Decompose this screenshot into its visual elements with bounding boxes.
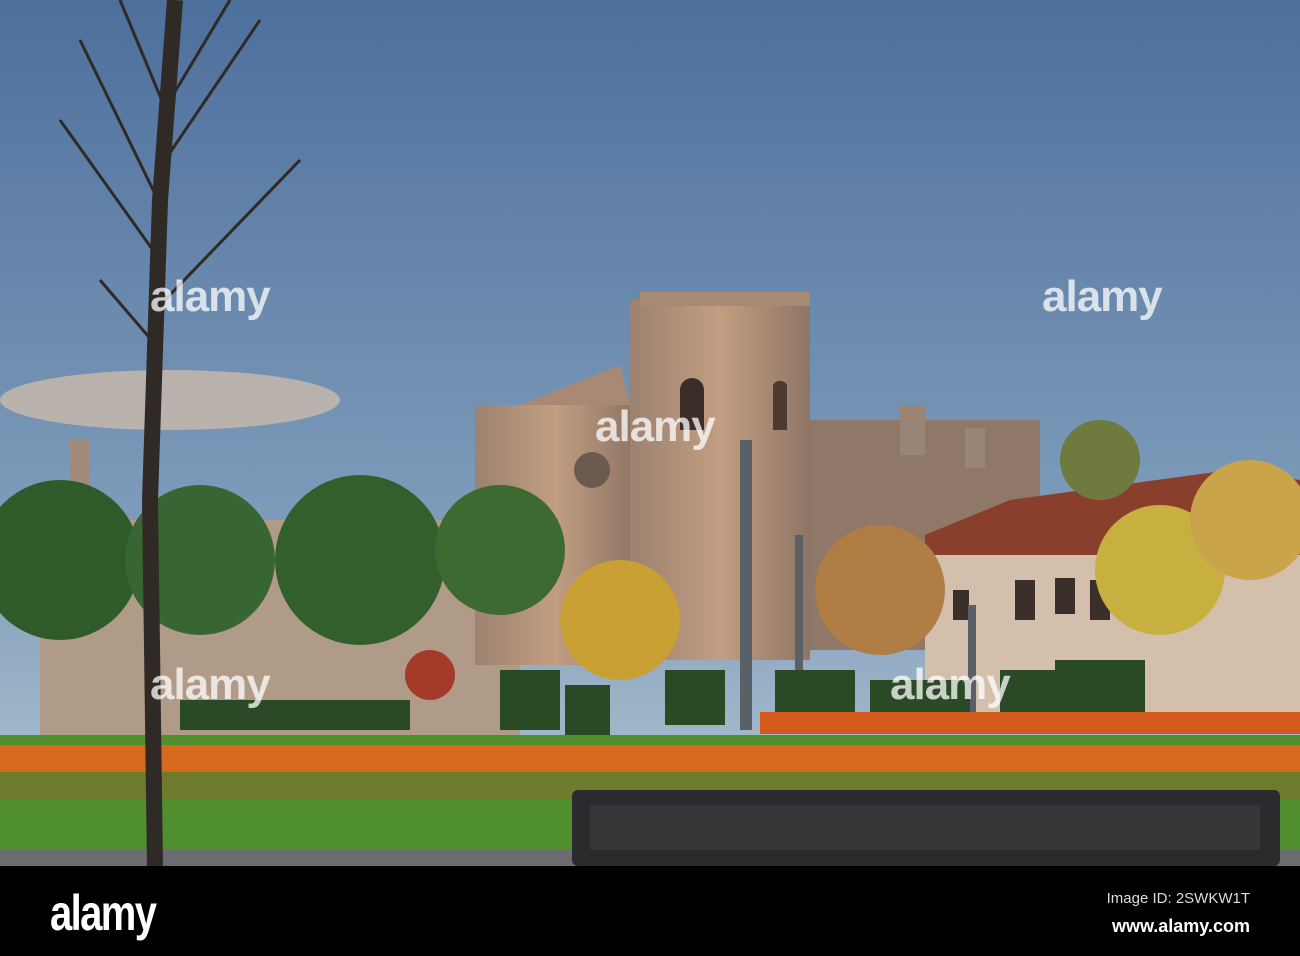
- website-link[interactable]: www.alamy.com: [1112, 916, 1250, 937]
- lamp-post: [740, 440, 752, 730]
- watermark: alamy: [1042, 272, 1163, 321]
- alamy-logo[interactable]: alamy: [50, 884, 157, 942]
- watermark: alamy: [595, 402, 716, 451]
- flower-bed: [0, 745, 1300, 775]
- cloud: [0, 370, 340, 430]
- watermark: alamy: [150, 272, 271, 321]
- watermark: alamy: [890, 660, 1011, 709]
- bench: [572, 790, 1280, 866]
- flower-bed: [760, 712, 1300, 734]
- watermark: alamy: [150, 660, 271, 709]
- image-id: Image ID: 2SWKW1T: [1106, 890, 1250, 907]
- footer-bar: alamy Image ID: 2SWKW1T www.alamy.com: [0, 866, 1300, 956]
